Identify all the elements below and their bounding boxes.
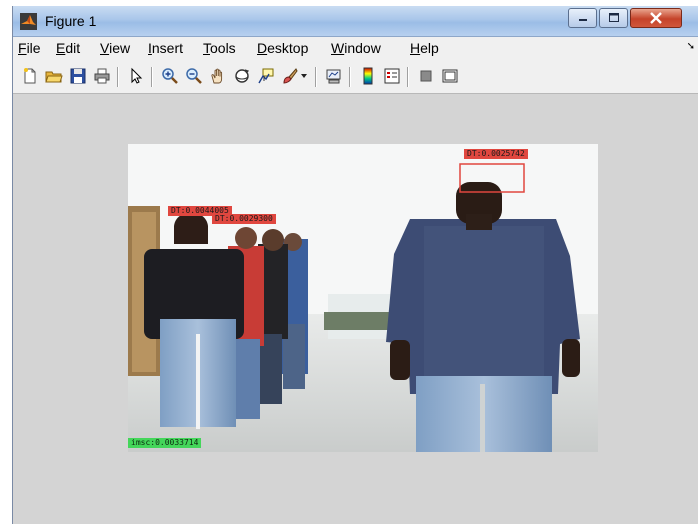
detection-label: DT:0.0025742 [464, 149, 528, 159]
window-title: Figure 1 [45, 13, 97, 29]
zoom-in-icon[interactable] [159, 65, 181, 87]
minimize-icon [578, 19, 587, 21]
minimize-button[interactable] [568, 8, 597, 28]
brush-dropdown-icon[interactable] [299, 65, 309, 87]
zoom-out-icon[interactable] [183, 65, 205, 87]
menu-insert[interactable]: Insert [148, 40, 183, 56]
figure-axes-image[interactable]: DT:0.0025742 DT:0.0044005 DT:0.0029300 i… [128, 144, 598, 452]
edit-plot-arrow-icon[interactable] [125, 65, 147, 87]
legend-icon[interactable] [381, 65, 403, 87]
brush-icon[interactable] [279, 65, 301, 87]
pan-hand-icon[interactable] [207, 65, 229, 87]
save-icon[interactable] [67, 65, 89, 87]
close-button[interactable] [630, 8, 682, 28]
toolbar-separator [315, 67, 317, 87]
colorbar-icon[interactable] [357, 65, 379, 87]
show-plot-tools-icon[interactable] [439, 65, 461, 87]
figure-window: Figure 1 File Edit View Insert Tools Des… [12, 6, 698, 524]
menu-file[interactable]: File [18, 40, 41, 56]
data-cursor-icon[interactable] [255, 65, 277, 87]
figure-toolbar [13, 59, 698, 94]
print-icon[interactable] [91, 65, 113, 87]
toolbar-separator [349, 67, 351, 87]
toolbar-separator [151, 67, 153, 87]
toolbar-separator [407, 67, 409, 87]
open-file-icon[interactable] [43, 65, 65, 87]
title-bar[interactable]: Figure 1 [13, 6, 698, 37]
menu-view[interactable]: View [100, 40, 130, 56]
menu-overflow-arrow-icon[interactable]: ➘ [687, 41, 695, 52]
hide-plot-tools-icon[interactable] [415, 65, 437, 87]
maximize-icon [608, 13, 619, 22]
link-plot-icon[interactable] [323, 65, 345, 87]
rotate-3d-icon[interactable] [231, 65, 253, 87]
menu-help[interactable]: Help [410, 40, 439, 56]
pedestrian-photo [128, 144, 598, 452]
menu-desktop[interactable]: Desktop [257, 40, 308, 56]
menu-bar: File Edit View Insert Tools Desktop Wind… [13, 37, 698, 59]
menu-tools[interactable]: Tools [203, 40, 236, 56]
matlab-logo-icon [20, 13, 37, 30]
toolbar-separator [117, 67, 119, 87]
close-icon [650, 12, 662, 24]
detection-label: DT:0.0029300 [212, 214, 276, 224]
menu-edit[interactable]: Edit [56, 40, 80, 56]
maximize-button[interactable] [599, 8, 628, 28]
menu-window[interactable]: Window [331, 40, 381, 56]
new-figure-icon[interactable] [19, 65, 41, 87]
detection-label: imsc:0.0033714 [128, 438, 202, 448]
